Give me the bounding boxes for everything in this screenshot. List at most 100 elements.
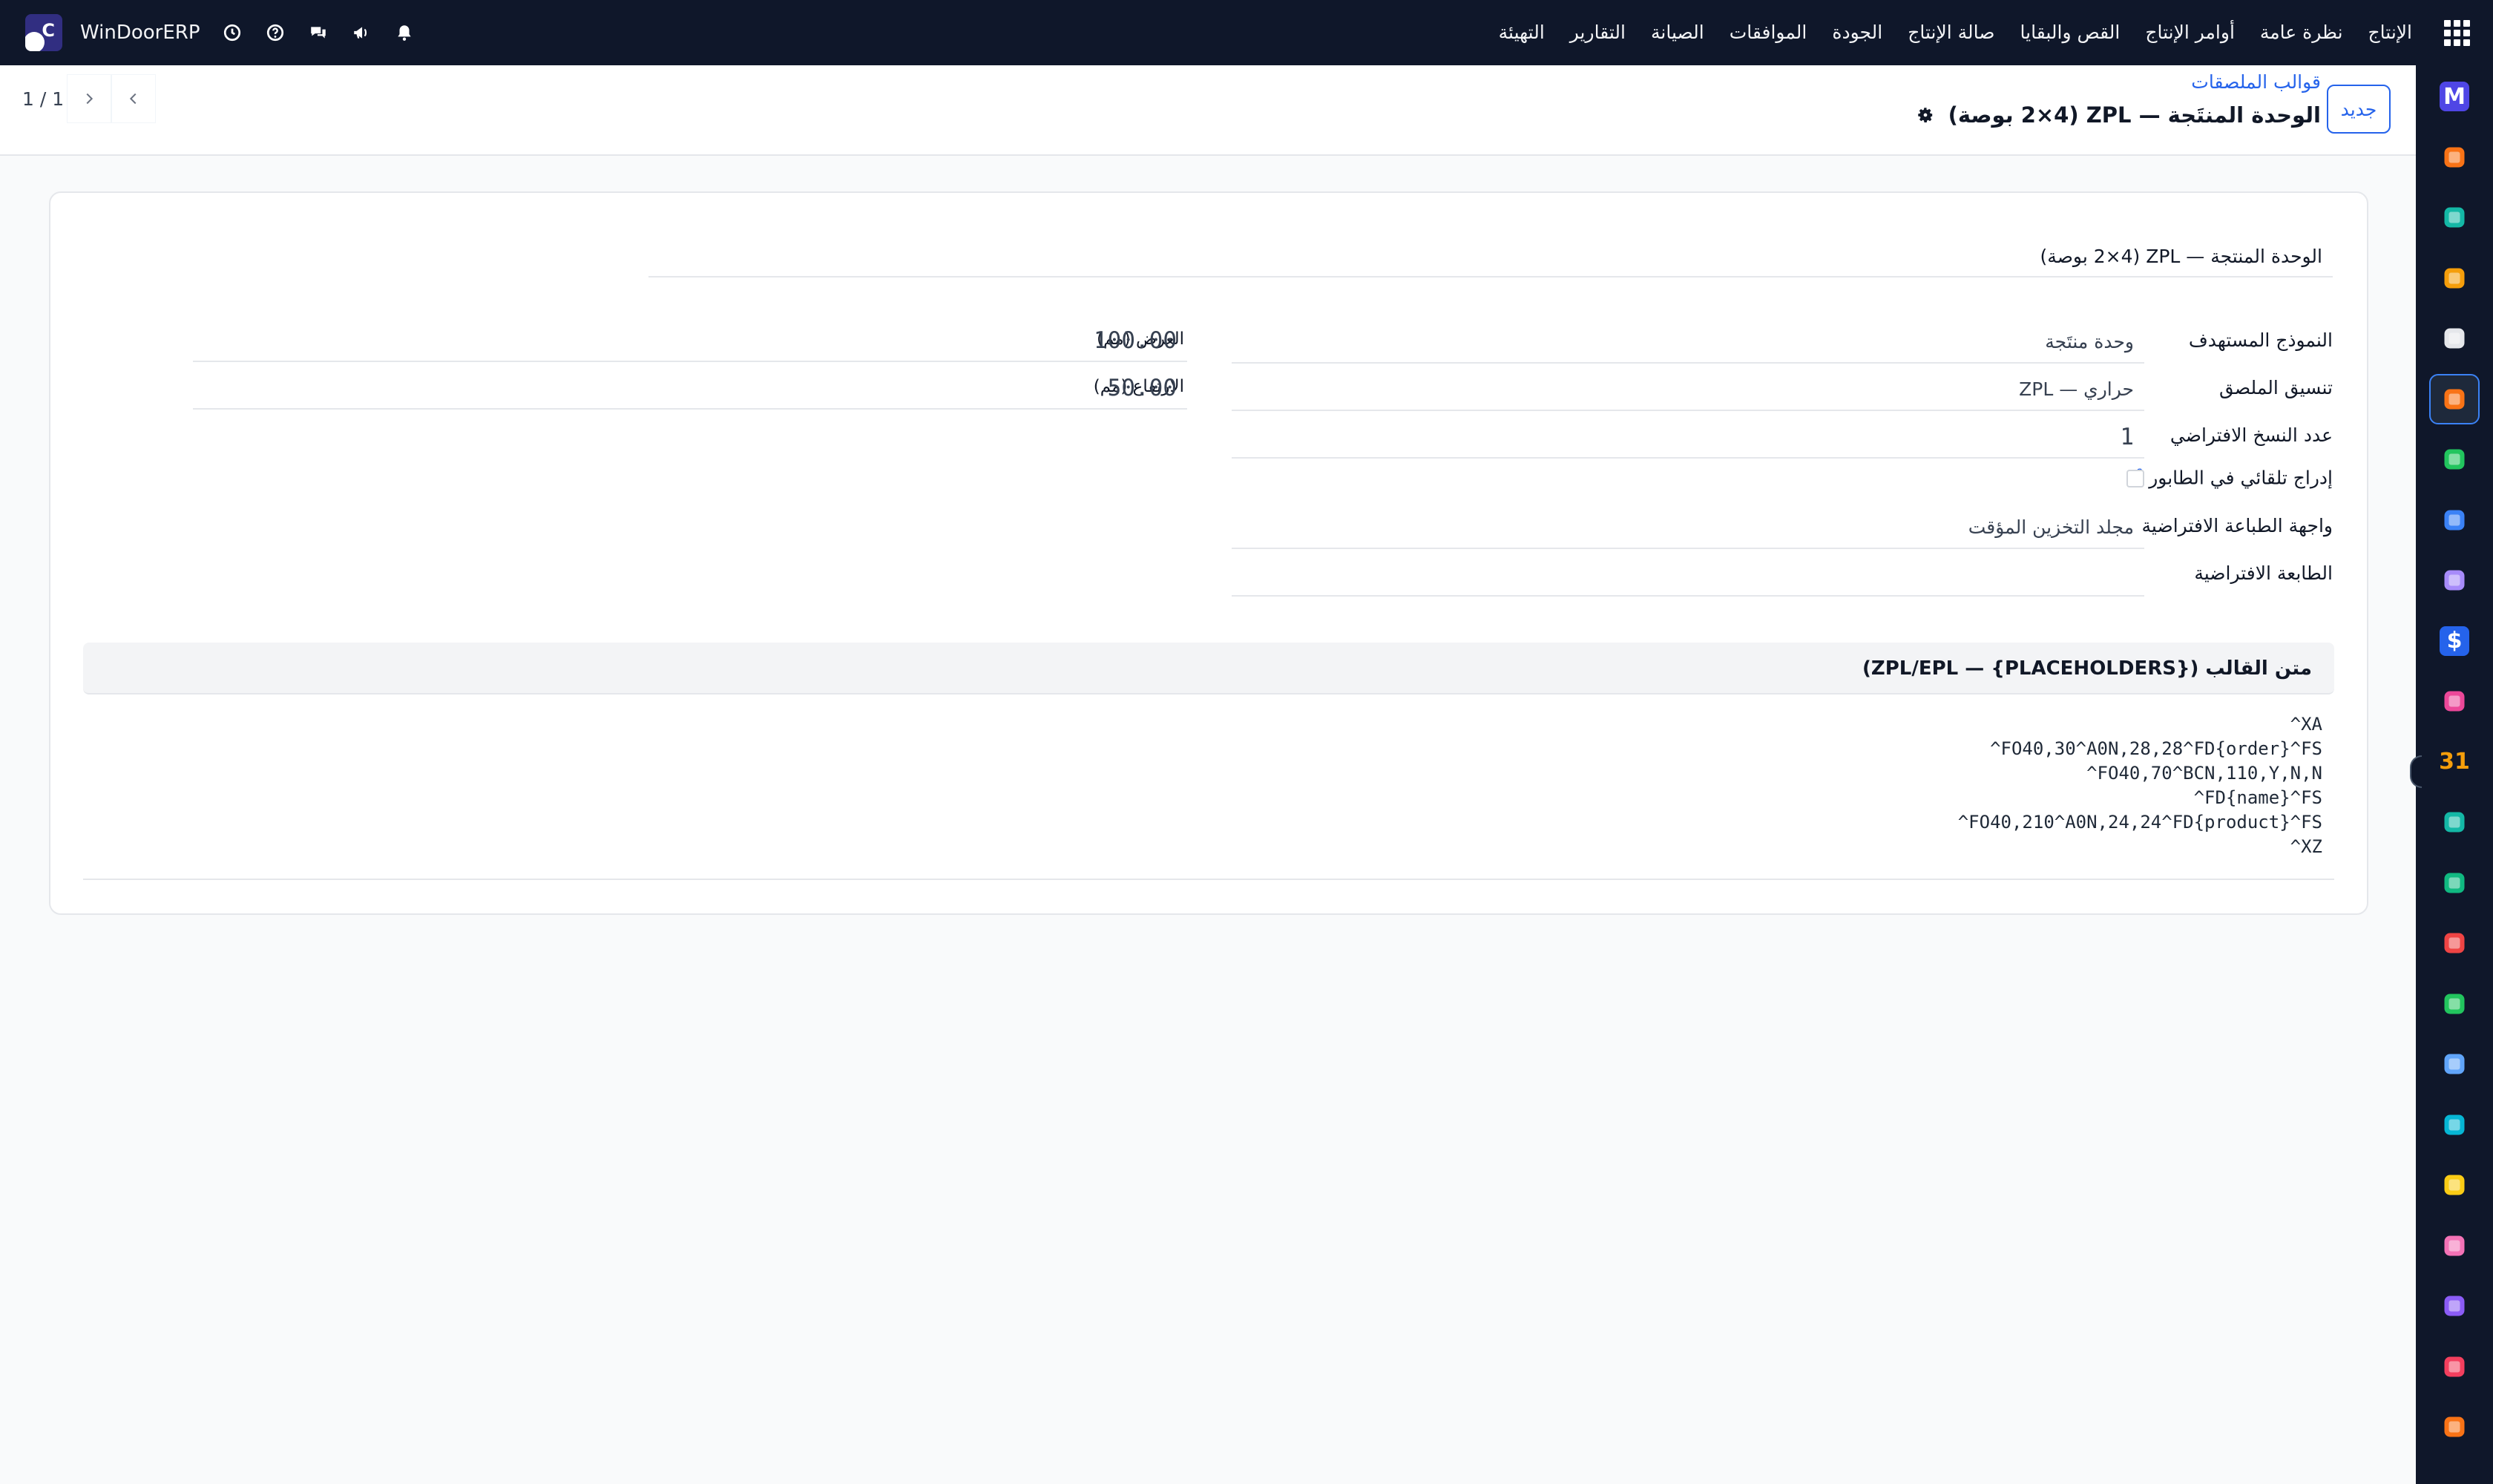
menu-item-reports[interactable]: التقارير — [1557, 0, 1638, 65]
app-label-templates-icon[interactable] — [2429, 373, 2480, 424]
label-format-label: تنسيق الملصق — [2219, 377, 2333, 398]
app-glyph-team-icon — [2440, 686, 2469, 716]
help-icon[interactable] — [264, 22, 286, 44]
label-format-field[interactable]: حراري — ZPL — [1232, 368, 2144, 411]
record-title-text: الوحدة المنتَجة — ZPL (2×4 بوصة) — [1948, 102, 2321, 128]
form-sheet: الوحدة المنتجة — ZPL (2×4 بوصة) النموذج … — [49, 191, 2368, 915]
app-glyph-sign-icon — [2440, 807, 2469, 837]
app-check-ribbon-icon[interactable] — [2429, 192, 2480, 243]
height-field[interactable]: 50.00 — [193, 367, 1187, 410]
auto-enqueue-label: إدراج تلقائي في الطابور? — [2137, 466, 2333, 488]
breadcrumb[interactable]: قوالب الملصقات — [2191, 71, 2321, 93]
chat-icon[interactable] — [307, 22, 329, 44]
code-line: ^XA — [2290, 714, 2322, 735]
menu-item-production-hall[interactable]: صالة الإنتاج — [1895, 0, 2007, 65]
menu-item-production-orders[interactable]: أوامر الإنتاج — [2132, 0, 2247, 65]
app-glyph-package-icon — [2440, 565, 2469, 595]
app-hexagon-icon[interactable] — [2429, 1402, 2480, 1452]
target-model-label: النموذج المستهدف — [2188, 329, 2333, 351]
app-sign-icon[interactable] — [2429, 797, 2480, 847]
app-contacts-icon[interactable] — [2429, 858, 2480, 908]
menu-item-cutting-remnants[interactable]: القص والبقايا — [2008, 0, 2133, 65]
navbar-systray: C WinDoorERP — [0, 0, 416, 65]
app-timer-icon[interactable] — [2429, 1039, 2480, 1089]
top-navbar: الإنتاج نظرة عامة أوامر الإنتاج القص وال… — [0, 0, 2493, 65]
new-button[interactable]: جديد — [2327, 85, 2391, 134]
company-name[interactable]: WinDoorERP — [80, 22, 200, 44]
app-book-icon[interactable] — [2429, 495, 2480, 545]
menu-item-quality[interactable]: الجودة — [1819, 0, 1895, 65]
app-whatsapp-icon[interactable] — [2429, 979, 2480, 1029]
control-panel: جديد قوالب الملصقات الوحدة المنتَجة — ZP… — [0, 65, 2416, 156]
app-glyph-pie-icon — [2440, 1352, 2469, 1382]
app-glyph-m-icon: M — [2440, 82, 2469, 111]
template-section-header[interactable]: متن القالب (ZPL/EPL — {PLACEHOLDERS}) — [83, 643, 2334, 695]
app-glyph-hexagon-icon — [2440, 1412, 2469, 1442]
app-calendar-icon[interactable]: 31 — [2429, 737, 2480, 787]
app-package-icon[interactable] — [2429, 555, 2480, 605]
app-glyph-send-icon — [2440, 1170, 2469, 1200]
default-copies-label: عدد النسخ الافتراضي — [2170, 424, 2333, 446]
default-interface-field[interactable]: مجلد التخزين المؤقت — [1232, 506, 2144, 549]
app-glyph-chat-bubble-icon — [2440, 142, 2469, 172]
chevron-left-icon — [129, 93, 137, 105]
default-interface-label: واجهة الطباعة الافتراضية — [2141, 515, 2333, 536]
default-copies-field[interactable]: 1 — [1232, 416, 2144, 459]
app-glyph-whatsapp-icon — [2440, 989, 2469, 1019]
menu-item-maintenance[interactable]: الصيانة — [1638, 0, 1717, 65]
menu-item-production-app[interactable]: الإنتاج — [2356, 0, 2425, 65]
bell-icon[interactable] — [393, 22, 416, 44]
default-printer-label: الطابعة الافتراضية — [2194, 562, 2333, 584]
width-field[interactable]: 100.00 — [193, 319, 1187, 362]
code-line: ^FO40,30^A0N,28,28^FD{order}^FS — [1990, 738, 2322, 759]
app-bar-chart-icon[interactable] — [2429, 253, 2480, 303]
app-dollar-icon[interactable]: $ — [2429, 616, 2480, 666]
template-name-field[interactable]: الوحدة المنتجة — ZPL (2×4 بوصة) — [648, 236, 2333, 278]
pager: 1 / 1 — [22, 74, 156, 123]
apps-sidebar: M $31 — [2410, 65, 2493, 1484]
pager-next-button[interactable] — [67, 74, 111, 123]
app-glyph-checkmark-icon — [2440, 444, 2469, 474]
app-glyph-layers-icon — [2440, 1231, 2469, 1261]
menu-item-overview[interactable]: نظرة عامة — [2247, 0, 2356, 65]
code-line: ^FO40,210^A0N,24,24^FD{product}^FS — [1957, 812, 2322, 833]
app-glyph-book-icon — [2440, 505, 2469, 535]
app-glyph-dashboard-icon — [2440, 928, 2469, 958]
code-line: ^FO40,70^BCN,110,Y,N,N — [2086, 763, 2322, 784]
clock-icon[interactable] — [221, 22, 243, 44]
app-dashboard-icon[interactable] — [2429, 918, 2480, 968]
app-glyph-cube-icon — [2440, 1291, 2469, 1321]
menu-item-configuration[interactable]: التهيئة — [1486, 0, 1557, 65]
template-body-editor[interactable]: ^XA ^FO40,30^A0N,28,28^FD{order}^FS ^FO4… — [83, 712, 2334, 880]
sidebar-collapse-handle[interactable] — [2410, 755, 2422, 788]
app-glyph-label-templates-icon — [2440, 384, 2469, 414]
pager-previous-button[interactable] — [111, 74, 156, 123]
app-chat-bubble-icon[interactable] — [2429, 132, 2480, 183]
app-send-icon[interactable] — [2429, 1160, 2480, 1210]
megaphone-icon[interactable] — [350, 22, 372, 44]
target-model-field[interactable]: وحدة منتَجة — [1232, 321, 2144, 364]
app-glyph-calendar-icon: 31 — [2439, 749, 2470, 775]
app-checkmark-icon[interactable] — [2429, 434, 2480, 485]
pager-value[interactable]: 1 / 1 — [22, 88, 67, 110]
menu-item-approvals[interactable]: الموافقات — [1717, 0, 1820, 65]
app-glyph-timer-icon — [2440, 1049, 2469, 1079]
app-glyph-dollar-icon: $ — [2440, 626, 2469, 656]
app-glyph-check-ribbon-icon — [2440, 203, 2469, 232]
app-box-icon[interactable] — [2429, 313, 2480, 364]
app-wave-icon[interactable] — [2429, 1100, 2480, 1150]
record-title: الوحدة المنتَجة — ZPL (2×4 بوصة) — [1916, 102, 2321, 128]
apps-grid-icon[interactable] — [2437, 13, 2477, 53]
app-layers-icon[interactable] — [2429, 1221, 2480, 1271]
gear-icon[interactable] — [1916, 105, 1935, 125]
app-pie-icon[interactable] — [2429, 1342, 2480, 1392]
app-glyph-box-icon — [2440, 324, 2469, 353]
app-cube-icon[interactable] — [2429, 1281, 2480, 1331]
app-m-icon[interactable]: M — [2429, 71, 2480, 122]
app-glyph-wave-icon — [2440, 1110, 2469, 1140]
app-team-icon[interactable] — [2429, 676, 2480, 726]
default-printer-field[interactable] — [1232, 554, 2144, 597]
auto-enqueue-checkbox[interactable] — [2126, 470, 2144, 487]
company-logo[interactable]: C — [25, 14, 62, 51]
code-line: ^FD{name}^FS — [2193, 787, 2322, 808]
